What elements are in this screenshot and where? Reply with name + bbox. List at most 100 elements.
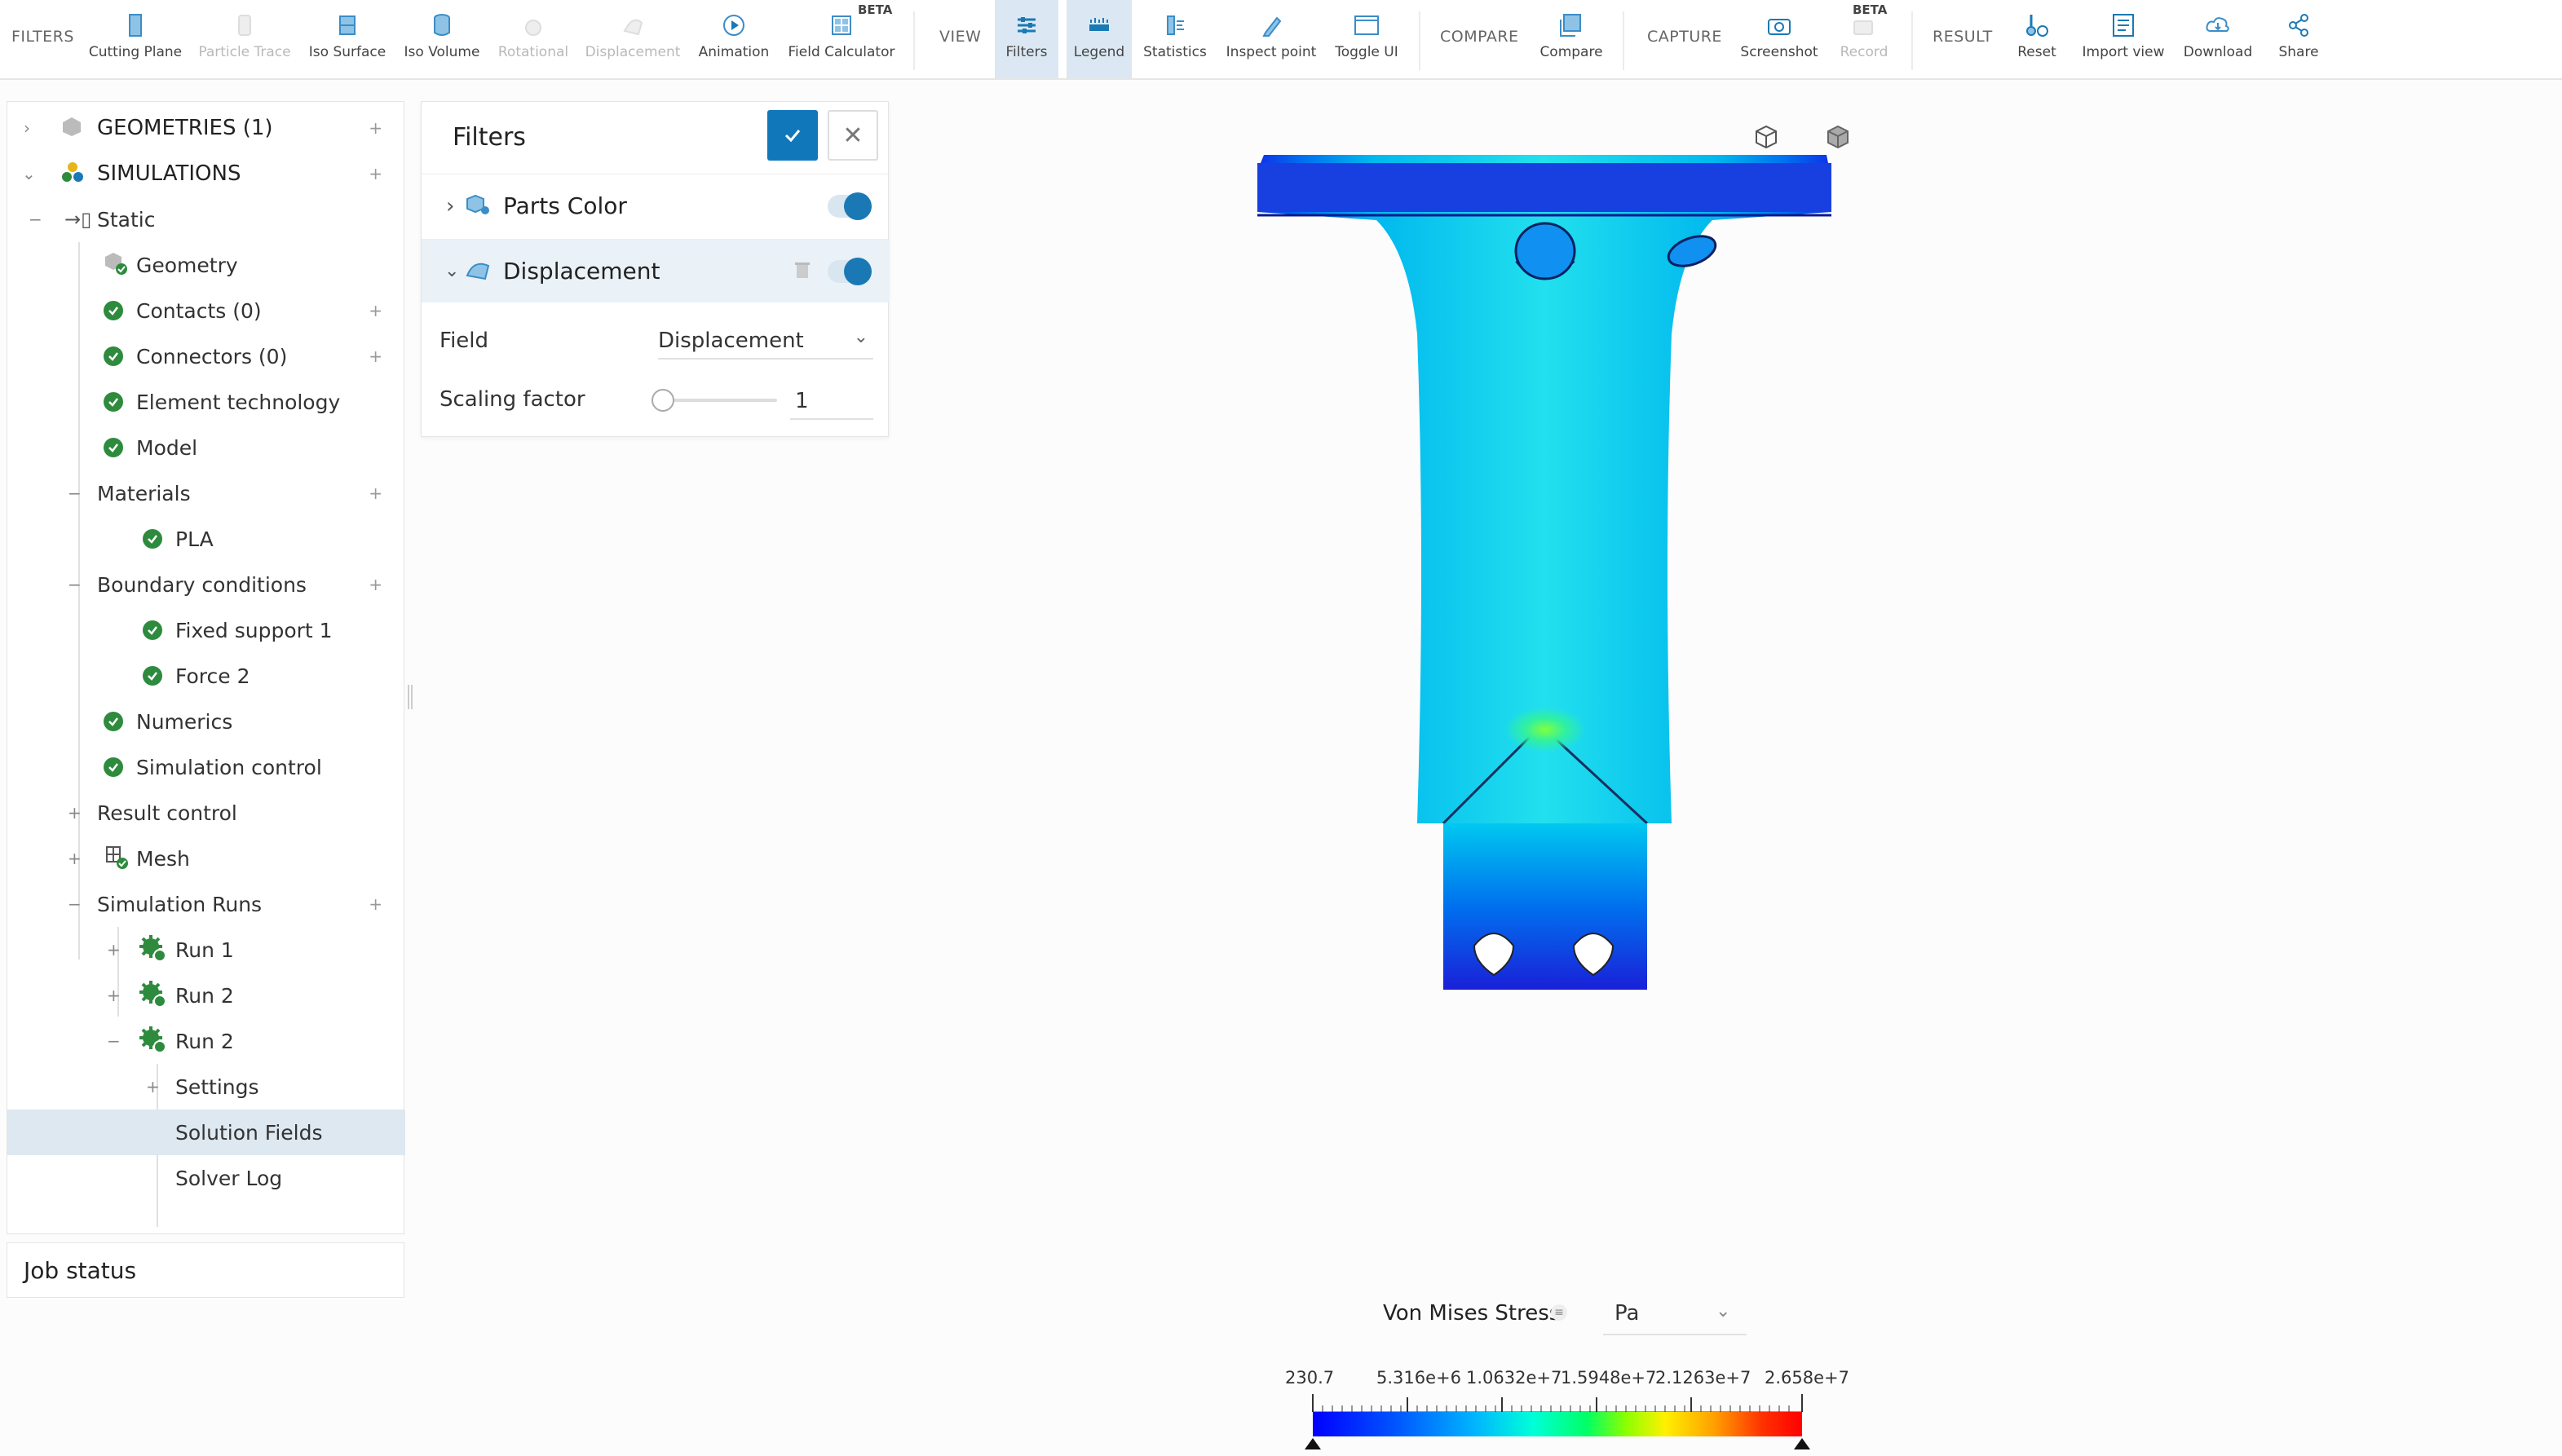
add-run-icon[interactable]: + (369, 894, 382, 914)
iso-surface-button[interactable]: Iso Surface (305, 0, 390, 78)
collapse-icon[interactable]: − (107, 1031, 121, 1051)
tree-item-solution-fields[interactable]: Solution Fields (7, 1110, 405, 1155)
record-icon (1850, 11, 1878, 39)
tree-item-run-1[interactable]: + Run 1 (7, 927, 405, 973)
parts-color-toggle[interactable] (828, 192, 872, 220)
checkmark-icon (784, 130, 801, 143)
tree-item-static[interactable]: − →▯ Static (7, 196, 405, 242)
add-simulation-icon[interactable]: + (369, 164, 382, 183)
check-circle-icon (143, 620, 162, 640)
scaling-factor-input[interactable]: 1 (790, 379, 873, 420)
collapse-icon[interactable]: − (68, 894, 82, 914)
tree-item-pla[interactable]: PLA (7, 516, 405, 562)
tree-item-geometries[interactable]: › GEOMETRIES (1) + (7, 105, 405, 151)
reset-button[interactable]: Reset (2006, 0, 2068, 78)
tree-item-connectors[interactable]: Connectors (0) + (7, 333, 405, 379)
chevron-down-icon[interactable]: ⌄ (22, 164, 36, 183)
add-contact-icon[interactable]: + (369, 301, 382, 320)
tree-item-simulation-runs[interactable]: − Simulation Runs + (7, 881, 405, 927)
legend-unit-select[interactable]: Pa (1615, 1301, 1639, 1326)
legend-max-handle-icon[interactable] (1792, 1436, 1812, 1451)
particle-trace-button[interactable]: Particle Trace (196, 0, 294, 78)
confirm-button[interactable] (767, 110, 818, 161)
statistics-button[interactable]: Statistics (1140, 0, 1210, 78)
tree-item-fixed-support[interactable]: Fixed support 1 (7, 607, 405, 653)
add-geometry-icon[interactable]: + (369, 118, 382, 138)
tree-item-boundary-conditions[interactable]: − Boundary conditions + (7, 562, 405, 607)
tree-item-geometry[interactable]: Geometry (7, 242, 405, 288)
collapse-icon[interactable]: − (29, 210, 42, 229)
field-calculator-button[interactable]: Field Calculator (786, 0, 897, 78)
download-button[interactable]: Download (2177, 0, 2259, 78)
tree-item-solver-log[interactable]: Solver Log (7, 1155, 405, 1201)
compare-group-label: COMPARE (1440, 28, 1519, 46)
perspective-cube-icon[interactable] (1813, 113, 1862, 161)
chevron-down-icon[interactable]: ⌄ (444, 261, 459, 281)
expand-icon[interactable]: + (146, 1077, 160, 1096)
legend-options-icon[interactable]: ≡ (1551, 1304, 1567, 1321)
inspect-point-button[interactable]: Inspect point (1223, 0, 1319, 78)
tree-item-model[interactable]: Model (7, 425, 405, 470)
play-icon (720, 11, 748, 39)
slider-thumb[interactable] (652, 389, 674, 412)
tree-item-force[interactable]: Force 2 (7, 653, 405, 699)
scaling-factor-slider[interactable] (652, 389, 777, 412)
tree-item-mesh[interactable]: + Mesh (7, 836, 405, 881)
displacement-toggle[interactable] (828, 257, 872, 285)
filters-button[interactable]: Filters (995, 0, 1058, 78)
chevron-right-icon[interactable]: › (446, 194, 454, 218)
3d-viewport[interactable] (897, 90, 2562, 1456)
legend-min-handle-icon[interactable] (1303, 1436, 1323, 1451)
capture-group-label: CAPTURE (1647, 28, 1722, 46)
cutting-plane-icon (121, 11, 149, 39)
animation-button[interactable]: Animation (691, 0, 776, 78)
chevron-down-icon[interactable]: ⌄ (1716, 1301, 1730, 1321)
legend-title[interactable]: Von Mises Stress (1383, 1301, 1560, 1326)
chevron-right-icon[interactable]: › (24, 118, 30, 138)
panel-resize-handle[interactable] (408, 685, 413, 709)
expand-icon[interactable]: + (68, 849, 82, 868)
expand-icon[interactable]: + (107, 986, 121, 1005)
cutting-plane-button[interactable]: Cutting Plane (88, 0, 183, 78)
mesh-icon (104, 844, 130, 873)
add-connector-icon[interactable]: + (369, 346, 382, 366)
job-status-label: Job status (24, 1256, 137, 1284)
expand-icon[interactable]: + (107, 940, 121, 960)
share-button[interactable]: Share (2270, 0, 2327, 78)
tree-item-numerics[interactable]: Numerics (7, 699, 405, 744)
add-boundary-condition-icon[interactable]: + (369, 575, 382, 594)
stress-model-render[interactable] (1256, 155, 1843, 1084)
tree-item-contacts[interactable]: Contacts (0) + (7, 288, 405, 333)
filter-parts-color[interactable]: › Parts Color (422, 174, 890, 237)
add-material-icon[interactable]: + (369, 483, 382, 503)
import-view-button[interactable]: Import view (2081, 0, 2166, 78)
legend-button[interactable]: Legend (1067, 0, 1132, 78)
compare-button[interactable]: Compare (1533, 0, 1610, 78)
tree-item-settings[interactable]: + Settings (7, 1064, 405, 1110)
trash-icon[interactable] (793, 260, 811, 283)
filter-displacement[interactable]: ⌄ Displacement (422, 239, 890, 302)
iso-volume-button[interactable]: Iso Volume (400, 0, 484, 78)
tree-item-simulations[interactable]: ⌄ SIMULATIONS + (7, 151, 405, 196)
close-button[interactable]: ✕ (828, 110, 878, 161)
screenshot-button[interactable]: Screenshot (1737, 0, 1822, 78)
check-circle-icon (104, 712, 123, 731)
share-icon (2285, 11, 2312, 39)
tree-item-run-2[interactable]: + Run 2 (7, 973, 405, 1018)
toolbar: FILTERS Cutting Plane Particle Trace Iso… (0, 0, 2562, 80)
field-select[interactable]: Displacement ⌄ (658, 319, 873, 360)
collapse-icon[interactable]: − (68, 575, 82, 594)
job-status-panel[interactable]: Job status (7, 1242, 404, 1298)
tree-item-materials[interactable]: − Materials + (7, 470, 405, 516)
rotational-button[interactable]: Rotational (493, 0, 574, 78)
expand-icon[interactable]: + (68, 803, 82, 823)
tree-item-run-2-expanded[interactable]: − Run 2 (7, 1018, 405, 1064)
record-button[interactable]: Record (1831, 0, 1897, 78)
tree-item-simulation-control[interactable]: Simulation control (7, 744, 405, 790)
collapse-icon[interactable]: − (68, 483, 82, 503)
displacement-button[interactable]: Displacement (584, 0, 682, 78)
toggle-ui-button[interactable]: Toggle UI (1327, 0, 1406, 78)
tree-item-result-control[interactable]: + Result control (7, 790, 405, 836)
tree-item-element-technology[interactable]: Element technology (7, 379, 405, 425)
orthographic-cube-icon[interactable] (1742, 113, 1791, 161)
